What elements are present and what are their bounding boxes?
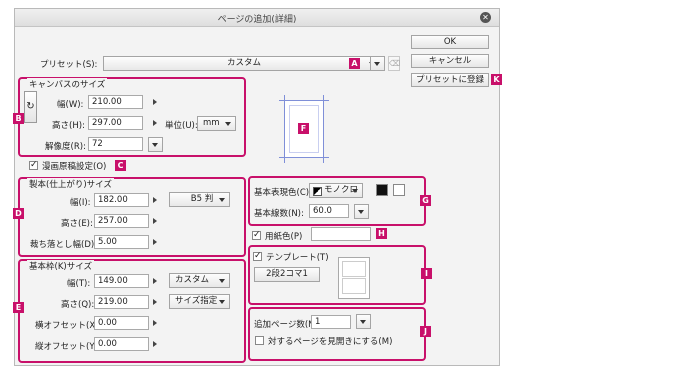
frame-width-field[interactable]: 149.00 xyxy=(94,274,149,288)
pages-field[interactable]: 1 xyxy=(311,315,351,329)
manga-label: 漫画原稿設定(O) xyxy=(42,162,107,172)
color-label: 基本表現色(C): xyxy=(254,188,312,198)
badge-j: J xyxy=(420,326,431,337)
white-swatch[interactable] xyxy=(393,184,405,196)
finish-group-title: 製本(仕上がり)サイズ xyxy=(27,178,114,190)
page-preview: F xyxy=(279,95,329,163)
pages-menu-button[interactable] xyxy=(356,314,371,329)
title-bar: ページの追加(詳細) ✕ xyxy=(15,9,499,27)
finish-height-field[interactable]: 257.00 xyxy=(94,214,149,228)
frame-height-label: 高さ(Q): xyxy=(61,300,95,310)
finish-size-select[interactable]: B5 判 xyxy=(169,192,230,207)
frame-group-title: 基本枠(K)サイズ xyxy=(27,260,94,272)
finish-height-play-icon[interactable] xyxy=(153,218,157,224)
frame-width-play-icon[interactable] xyxy=(153,278,157,284)
unit-value: mm xyxy=(203,118,220,128)
frame-mode-select[interactable]: サイズ指定 xyxy=(169,294,230,309)
xoffset-play-icon[interactable] xyxy=(153,320,157,326)
template-checkbox[interactable]: ✓ xyxy=(253,252,262,261)
bleed-play-icon[interactable] xyxy=(153,239,157,245)
spread-label: 対するページを見開きにする(M) xyxy=(268,337,393,347)
resolution-menu-button[interactable] xyxy=(148,137,163,152)
frame-mode-value: サイズ指定 xyxy=(175,296,218,306)
canvas-height-play-icon[interactable] xyxy=(153,120,157,126)
close-icon[interactable]: ✕ xyxy=(480,12,491,23)
mono-icon xyxy=(313,187,322,196)
template-label: テンプレート(T) xyxy=(266,253,329,263)
black-swatch[interactable] xyxy=(376,184,388,196)
frame-preset-value: カスタム xyxy=(175,275,210,285)
add-page-dialog: ページの追加(詳細) ✕ OK キャンセル プリセットに登録 K プリセット(S… xyxy=(13,8,502,366)
xoffset-field[interactable]: 0.00 xyxy=(94,316,149,330)
frame-preset-select[interactable]: カスタム xyxy=(169,273,230,288)
bleed-label: 裁ち落とし幅(D): xyxy=(30,240,98,250)
paper-checkbox[interactable]: ✓ xyxy=(252,231,261,240)
finish-width-field[interactable]: 182.00 xyxy=(94,193,149,207)
finish-height-label: 高さ(E): xyxy=(61,219,93,229)
badge-i: I xyxy=(421,268,432,279)
canvas-height-field[interactable]: 297.00 xyxy=(88,116,143,130)
template-preview xyxy=(338,257,370,299)
spread-checkbox[interactable] xyxy=(255,336,264,345)
yoffset-play-icon[interactable] xyxy=(153,341,157,347)
canvas-width-field[interactable]: 210.00 xyxy=(88,95,143,109)
badge-f: F xyxy=(298,123,309,134)
preset-menu-button[interactable] xyxy=(370,56,385,71)
finish-size-value: B5 判 xyxy=(190,194,214,204)
finish-width-label: 幅(I): xyxy=(70,198,91,208)
preset-value: カスタム xyxy=(226,58,261,68)
badge-k: K xyxy=(491,74,502,85)
frame-height-field[interactable]: 219.00 xyxy=(94,295,149,309)
color-select[interactable]: モノクロ xyxy=(309,183,363,198)
badge-a: A xyxy=(349,58,360,69)
canvas-width-label: 幅(W): xyxy=(57,100,84,110)
badge-c: C xyxy=(115,160,126,171)
finish-width-play-icon[interactable] xyxy=(153,197,157,203)
dialog-title: ページの追加(詳細) xyxy=(217,15,297,25)
badge-d: D xyxy=(13,208,24,219)
xoffset-label: 横オフセット(X): xyxy=(35,321,102,331)
swap-orientation-icon[interactable]: ↻ xyxy=(24,91,37,123)
ok-button[interactable]: OK xyxy=(411,35,489,49)
template-button[interactable]: 2段2コマ1 xyxy=(254,267,320,282)
unit-select[interactable]: mm xyxy=(197,116,236,131)
paper-label: 用紙色(P) xyxy=(265,232,303,242)
lines-menu-button[interactable] xyxy=(354,204,369,219)
register-preset-button[interactable]: プリセットに登録 xyxy=(411,73,489,87)
paper-color-swatch[interactable] xyxy=(311,227,371,241)
canvas-group-title: キャンバスのサイズ xyxy=(27,78,108,90)
lines-label: 基本線数(N): xyxy=(254,209,304,219)
frame-width-label: 幅(T): xyxy=(67,279,91,289)
resolution-field[interactable]: 72 xyxy=(88,137,143,151)
yoffset-field[interactable]: 0.00 xyxy=(94,337,149,351)
badge-b: B xyxy=(13,113,24,124)
badge-g: G xyxy=(420,195,431,206)
canvas-height-label: 高さ(H): xyxy=(52,121,85,131)
lines-field[interactable]: 60.0 xyxy=(309,204,349,218)
canvas-width-play-icon[interactable] xyxy=(153,99,157,105)
yoffset-label: 縦オフセット(Y): xyxy=(35,342,101,352)
badge-h: H xyxy=(376,228,387,239)
trash-icon[interactable]: ⌫ xyxy=(388,56,400,71)
badge-e: E xyxy=(13,302,24,313)
manga-checkbox[interactable]: ✓ xyxy=(29,161,38,170)
resolution-label: 解像度(R): xyxy=(45,142,86,152)
frame-height-play-icon[interactable] xyxy=(153,299,157,305)
unit-label: 単位(U): xyxy=(165,121,198,131)
bleed-field[interactable]: 5.00 xyxy=(94,235,149,249)
cancel-button[interactable]: キャンセル xyxy=(411,54,489,68)
preset-select[interactable]: カスタム xyxy=(103,56,380,71)
preset-label: プリセット(S): xyxy=(40,60,98,70)
